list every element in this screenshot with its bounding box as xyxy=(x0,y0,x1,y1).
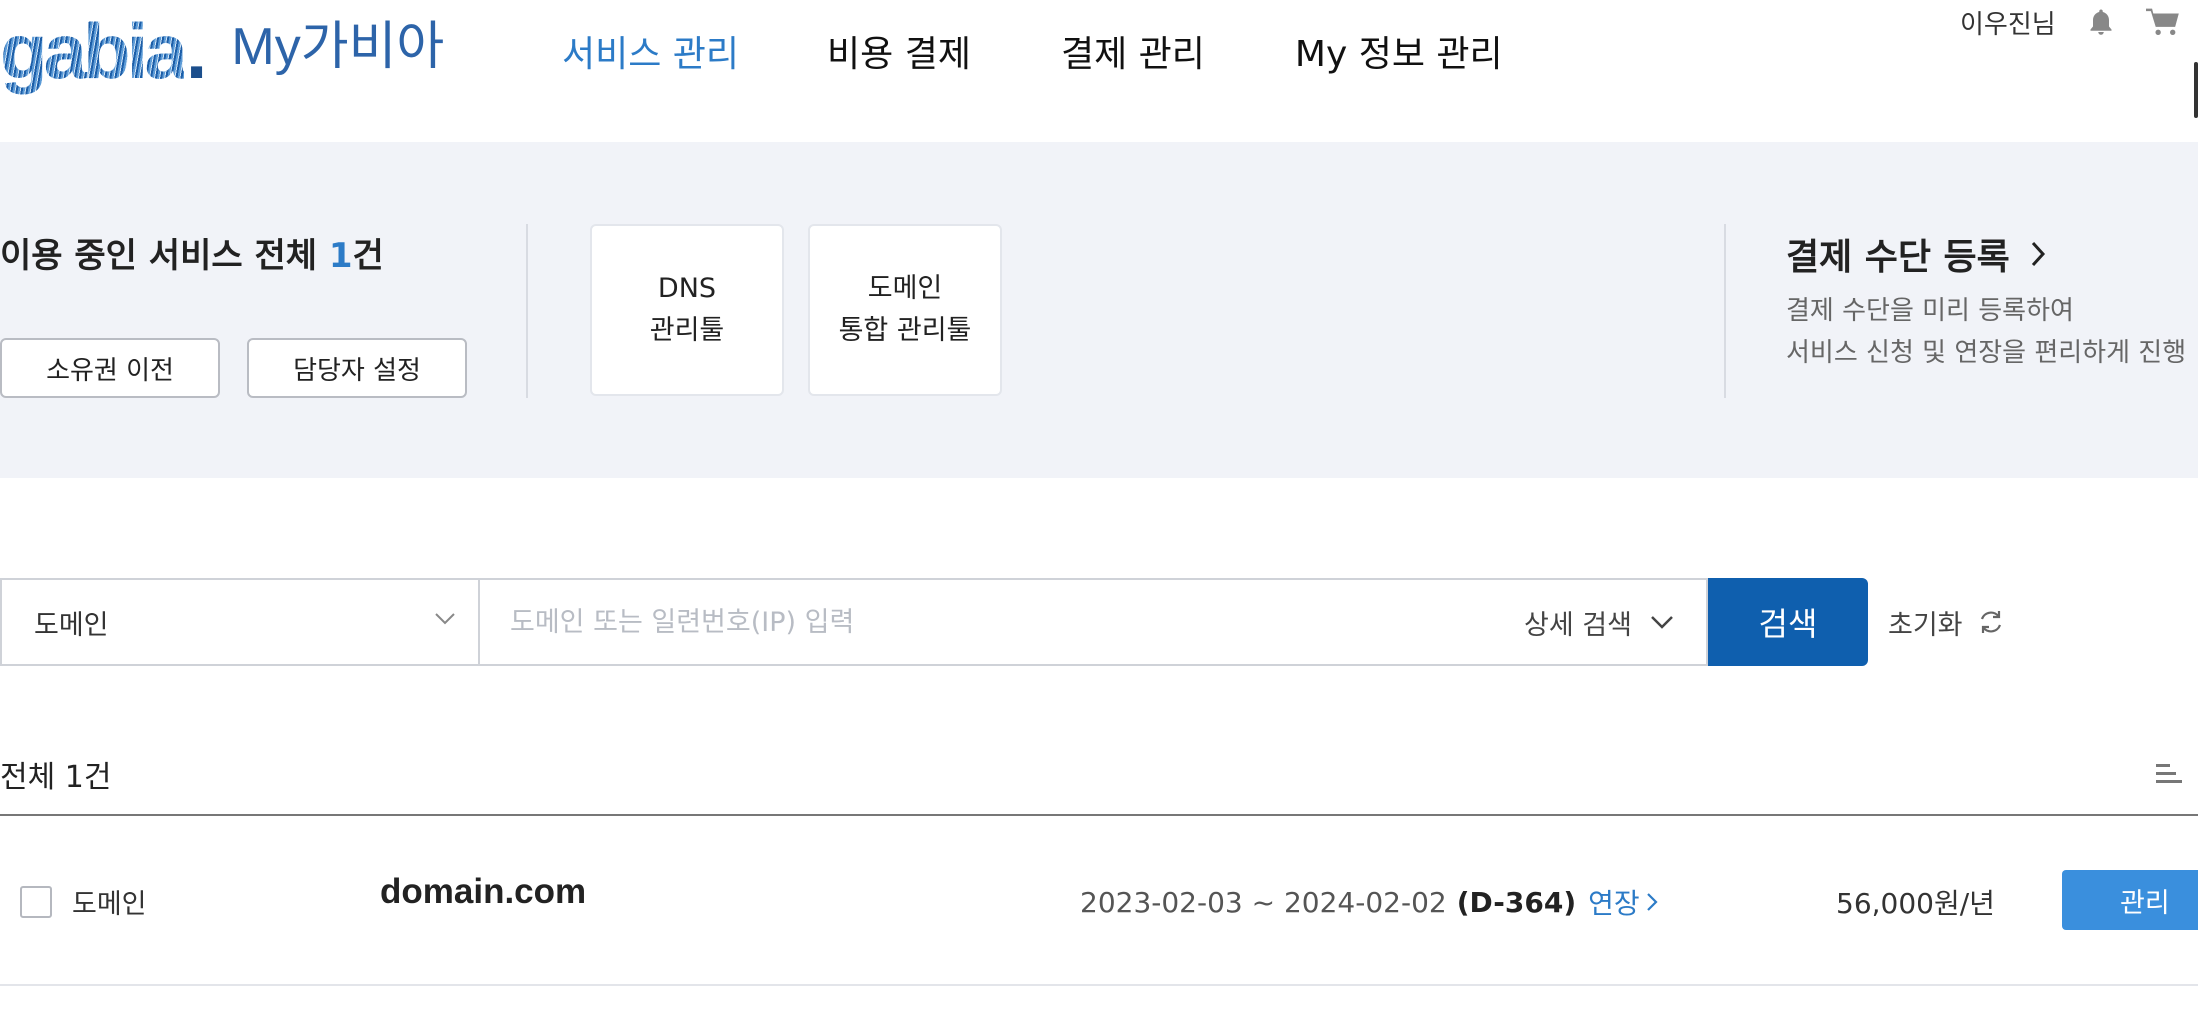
logo-my-gabia: My가비아 xyxy=(231,18,445,76)
cart-icon[interactable] xyxy=(2145,7,2180,37)
row-period: 2023-02-03 ~ 2024-02-02 (D-364) 연장 xyxy=(1080,882,1658,922)
renew-link[interactable]: 연장 xyxy=(1588,882,1658,922)
detail-search-toggle[interactable]: 상세 검색 xyxy=(1524,580,1674,664)
bell-icon[interactable] xyxy=(2086,7,2116,37)
sort-icon[interactable] xyxy=(2156,762,2186,784)
main-nav: 서비스 관리 비용 결제 결제 관리 My 정보 관리 xyxy=(562,28,1503,82)
top-header: gabia . My가비아 서비스 관리 비용 결제 결제 관리 My 정보 관… xyxy=(0,0,2198,142)
dns-tool-card[interactable]: DNS 관리툴 xyxy=(590,224,784,396)
chevron-right-icon xyxy=(2031,241,2045,267)
chevron-down-icon xyxy=(435,613,455,625)
search-category-select[interactable]: 도메인 xyxy=(0,578,480,666)
manage-button[interactable]: 관리 xyxy=(2062,870,2198,930)
scrollbar-thumb[interactable] xyxy=(2194,62,2198,118)
search-box: 상세 검색 xyxy=(478,578,1708,666)
row-service-type: 도메인 xyxy=(72,889,147,920)
nav-service-management[interactable]: 서비스 관리 xyxy=(562,28,739,82)
domain-tool-line2: 통합 관리툴 xyxy=(838,315,972,346)
row-domain-name[interactable]: domain.com xyxy=(380,872,586,912)
divider xyxy=(1724,224,1726,398)
nav-payment-management[interactable]: 결제 관리 xyxy=(1061,28,1205,82)
service-total-count: 1 xyxy=(328,236,353,276)
row-dday: (D-364) xyxy=(1456,885,1577,919)
search-input[interactable] xyxy=(510,580,1410,664)
payment-method-description: 결제 수단을 미리 등록하여 서비스 신청 및 연장을 편리하게 진행 xyxy=(1786,296,2187,368)
list-total-count: 전체 1건 xyxy=(0,760,112,795)
chevron-down-icon xyxy=(1651,616,1673,629)
search-button[interactable]: 검색 xyxy=(1708,578,1868,666)
chevron-right-icon xyxy=(1646,893,1658,911)
divider xyxy=(526,224,528,398)
nav-my-info[interactable]: My 정보 관리 xyxy=(1295,28,1503,82)
payment-method-link[interactable]: 결제 수단 등록 xyxy=(1786,228,2046,280)
row-price: 56,000원/년 xyxy=(1836,887,1995,920)
user-name[interactable]: 이우진님 xyxy=(1960,4,2056,41)
row-checkbox[interactable] xyxy=(20,886,52,918)
service-total-title: 이용 중인 서비스 전체 1건 xyxy=(0,236,384,276)
logo-wordmark: gabia xyxy=(0,7,188,95)
gabia-logo[interactable]: gabia . My가비아 xyxy=(0,12,444,102)
ownership-transfer-button[interactable]: 소유권 이전 xyxy=(0,338,220,398)
logo-dot: . xyxy=(185,7,208,95)
domain-tool-line1: 도메인 xyxy=(867,273,943,304)
contact-setting-button[interactable]: 담당자 설정 xyxy=(247,338,467,398)
service-row: 도메인 domain.com 2023-02-03 ~ 2024-02-02 (… xyxy=(0,816,2198,986)
dns-tool-line1: DNS xyxy=(657,273,717,304)
refresh-icon xyxy=(1980,611,2001,633)
nav-payment[interactable]: 비용 결제 xyxy=(827,28,971,82)
reset-button[interactable]: 초기화 xyxy=(1888,600,2005,644)
user-area: 이우진님 xyxy=(1960,2,2180,42)
row-date-range: 2023-02-03 ~ 2024-02-02 xyxy=(1080,885,1447,919)
domain-tool-card[interactable]: 도메인 통합 관리툴 xyxy=(808,224,1002,396)
dns-tool-line2: 관리툴 xyxy=(649,315,725,346)
